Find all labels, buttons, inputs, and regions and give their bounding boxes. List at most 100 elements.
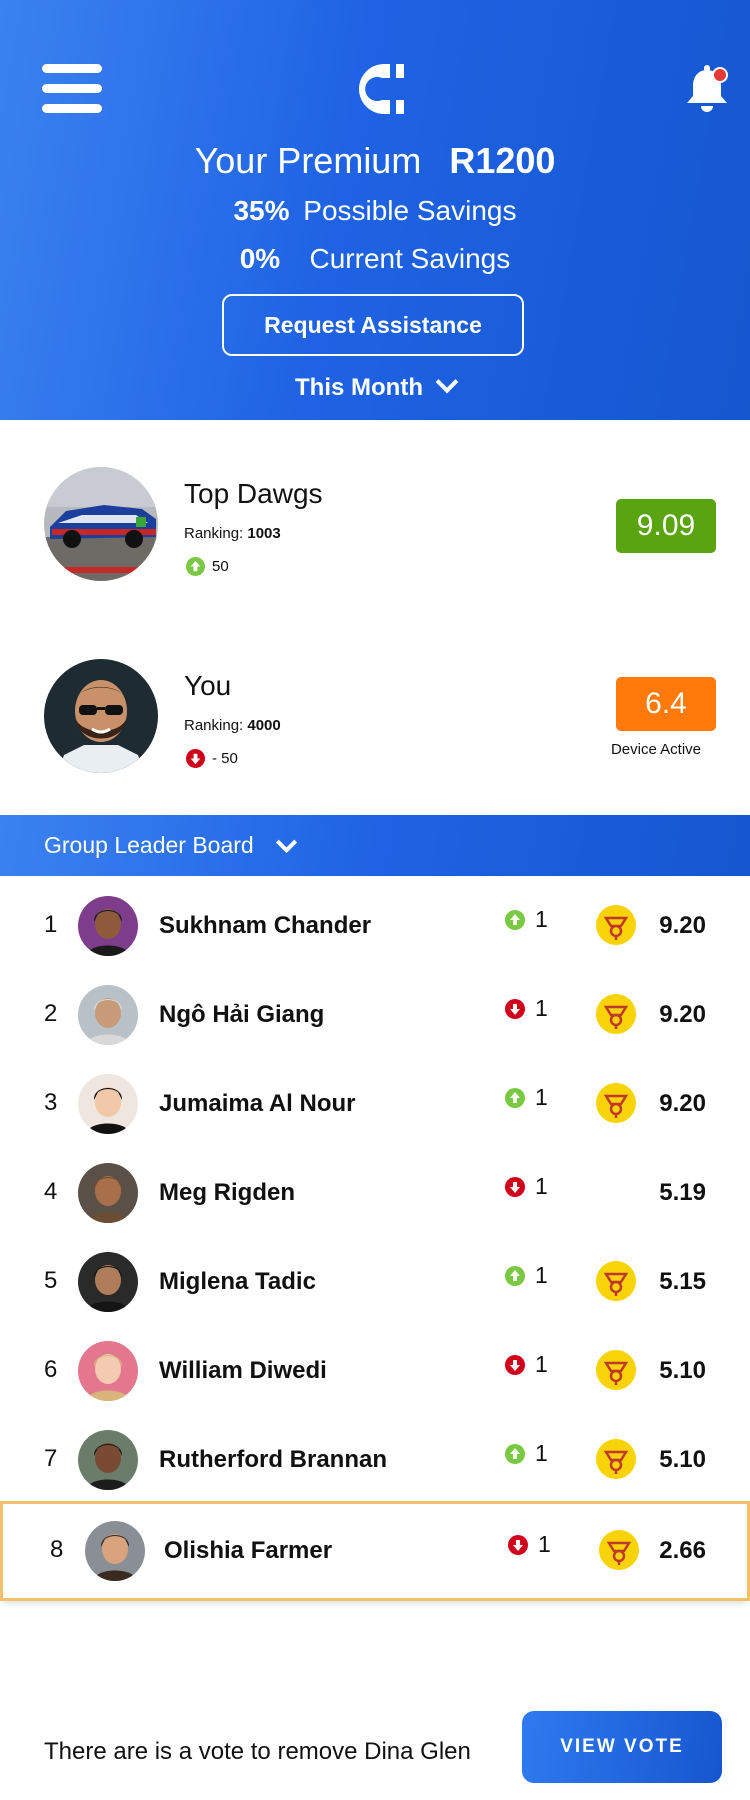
bell-icon[interactable] bbox=[682, 62, 732, 114]
arrow-down-circle-icon bbox=[508, 1534, 528, 1555]
member-score: 9.20 bbox=[659, 1090, 706, 1117]
ranking-change: - 50 bbox=[186, 749, 238, 768]
leaderboard-row[interactable]: 2 Ngô Hải Giang 1 9.20 bbox=[0, 965, 750, 1067]
ranking-label: Ranking: bbox=[184, 525, 244, 542]
member-name: Sukhnam Chander bbox=[159, 912, 372, 939]
group-leader-board-toggle[interactable]: Group Leader Board bbox=[0, 815, 750, 876]
arrow-down-circle-icon bbox=[505, 998, 525, 1019]
leaderboard-row[interactable]: 1 Sukhnam Chander 1 9.20 bbox=[0, 876, 750, 978]
row-rank: 6 bbox=[44, 1356, 58, 1383]
member-avatar bbox=[78, 896, 138, 956]
team-name: Top Dawgs bbox=[184, 478, 323, 509]
leaderboard-row[interactable]: 7 Rutherford Brannan 1 5.10 bbox=[0, 1410, 750, 1512]
team-card-top-dawgs[interactable]: Top Dawgs Ranking: 1003 50 9.09 bbox=[0, 463, 750, 613]
possible-savings: 35% Possible Savings bbox=[0, 195, 750, 227]
member-avatar bbox=[78, 1430, 138, 1490]
leaderboard-row[interactable]: 5 Miglena Tadic 1 5.15 bbox=[0, 1232, 750, 1334]
row-rank: 2 bbox=[44, 1000, 58, 1027]
ranking-change: 50 bbox=[186, 557, 229, 576]
row-rank: 1 bbox=[44, 911, 58, 938]
period-selector[interactable]: This Month bbox=[0, 370, 750, 402]
vote-message: There are is a vote to remove Dina Glen bbox=[44, 1738, 471, 1765]
notification-dot bbox=[714, 69, 726, 81]
member-name: Meg Rigden bbox=[159, 1179, 295, 1206]
ranking-value: 4000 bbox=[247, 717, 281, 734]
user-avatar bbox=[44, 659, 158, 773]
team-avatar bbox=[44, 467, 158, 581]
view-vote-button[interactable]: VIEW VOTE bbox=[522, 1711, 722, 1783]
arrow-down-circle-icon bbox=[505, 1176, 525, 1197]
user-score: 6.4 bbox=[616, 677, 716, 731]
horn-badge-icon bbox=[596, 1350, 636, 1390]
leader-board-title: Group Leader Board bbox=[44, 832, 254, 858]
device-status: Device Active bbox=[610, 741, 702, 758]
vote-footer: There are is a vote to remove Dina Glen … bbox=[0, 1693, 750, 1800]
rank-change-value: 1 bbox=[535, 1084, 548, 1110]
arrow-up-circle-icon bbox=[505, 1443, 525, 1464]
member-avatar bbox=[85, 1521, 145, 1581]
rank-change-value: 1 bbox=[535, 1440, 548, 1466]
member-name: Olishia Farmer bbox=[164, 1537, 333, 1564]
hamburger-menu-icon[interactable] bbox=[42, 64, 102, 114]
row-rank: 3 bbox=[44, 1089, 58, 1116]
horn-badge-icon bbox=[596, 994, 636, 1034]
member-score: 5.10 bbox=[659, 1357, 706, 1384]
team-card-you[interactable]: You Ranking: 4000 - 50 6.4 Device Active bbox=[0, 655, 750, 805]
member-score: 5.19 bbox=[659, 1179, 706, 1206]
current-savings-label: Current Savings bbox=[309, 243, 511, 274]
arrow-down-circle-icon bbox=[505, 1354, 525, 1375]
horn-badge-icon bbox=[599, 1530, 639, 1570]
member-avatar bbox=[78, 985, 138, 1045]
rank-change: 1 bbox=[505, 1173, 548, 1200]
rank-change: 1 bbox=[505, 1351, 548, 1378]
current-savings-pct: 0% bbox=[239, 243, 281, 274]
arrow-up-circle-icon bbox=[505, 909, 525, 930]
member-name: Ngô Hải Giang bbox=[159, 1001, 325, 1028]
rank-change-value: 1 bbox=[535, 1173, 548, 1199]
leaderboard-row[interactable]: 8 Olishia Farmer 1 2.66 bbox=[0, 1501, 750, 1601]
leaderboard-row[interactable]: 3 Jumaima Al Nour 1 9.20 bbox=[0, 1054, 750, 1156]
row-rank: 7 bbox=[44, 1445, 58, 1472]
period-label: This Month bbox=[295, 374, 423, 401]
rank-change-value: 1 bbox=[535, 995, 548, 1021]
horn-badge-icon bbox=[596, 1439, 636, 1479]
user-team-name: You bbox=[184, 670, 232, 701]
member-score: 9.20 bbox=[659, 912, 706, 939]
rank-change: 1 bbox=[505, 1440, 548, 1467]
leaderboard-row[interactable]: 4 Meg Rigden 1 5.19 bbox=[0, 1143, 750, 1245]
premium-label: Your Premium bbox=[194, 140, 422, 181]
ranking-label: Ranking: bbox=[184, 717, 244, 734]
rank-change: 1 bbox=[505, 1262, 548, 1289]
horn-badge-icon bbox=[596, 1083, 636, 1123]
ranking-value: 1003 bbox=[247, 525, 281, 542]
member-score: 5.10 bbox=[659, 1446, 706, 1473]
arrow-up-circle-icon bbox=[505, 1087, 525, 1108]
rank-change-value: 1 bbox=[535, 1262, 548, 1288]
user-ranking: Ranking: 4000 bbox=[184, 717, 281, 734]
header: Your Premium R1200 35% Possible Savings 0… bbox=[0, 0, 750, 420]
leaderboard-row[interactable]: 6 William Diwedi 1 5.10 bbox=[0, 1321, 750, 1423]
rank-change-value: 1 bbox=[535, 906, 548, 932]
member-avatar bbox=[78, 1252, 138, 1312]
current-savings: 0% Current Savings bbox=[0, 243, 750, 275]
member-name: William Diwedi bbox=[159, 1357, 327, 1384]
chevron-down-icon bbox=[435, 370, 459, 394]
chevron-down-icon bbox=[275, 831, 298, 854]
rank-change: 1 bbox=[508, 1531, 551, 1558]
request-assistance-button[interactable]: Request Assistance bbox=[222, 294, 524, 356]
possible-savings-pct: 35% bbox=[233, 195, 290, 226]
arrow-up-circle-icon bbox=[505, 1265, 525, 1286]
row-rank: 8 bbox=[50, 1536, 64, 1563]
rank-change-value: 1 bbox=[535, 1351, 548, 1377]
member-avatar bbox=[78, 1074, 138, 1134]
rank-change: 1 bbox=[505, 995, 548, 1022]
c-logo-icon bbox=[359, 64, 404, 114]
ranking-change-value: - 50 bbox=[212, 750, 238, 767]
horn-badge-icon bbox=[596, 905, 636, 945]
row-rank: 5 bbox=[44, 1267, 58, 1294]
ranking-change-value: 50 bbox=[212, 558, 229, 575]
team-score: 9.09 bbox=[616, 499, 716, 553]
premium-value: R1200 bbox=[449, 140, 556, 181]
member-avatar bbox=[78, 1163, 138, 1223]
member-name: Rutherford Brannan bbox=[159, 1446, 387, 1473]
